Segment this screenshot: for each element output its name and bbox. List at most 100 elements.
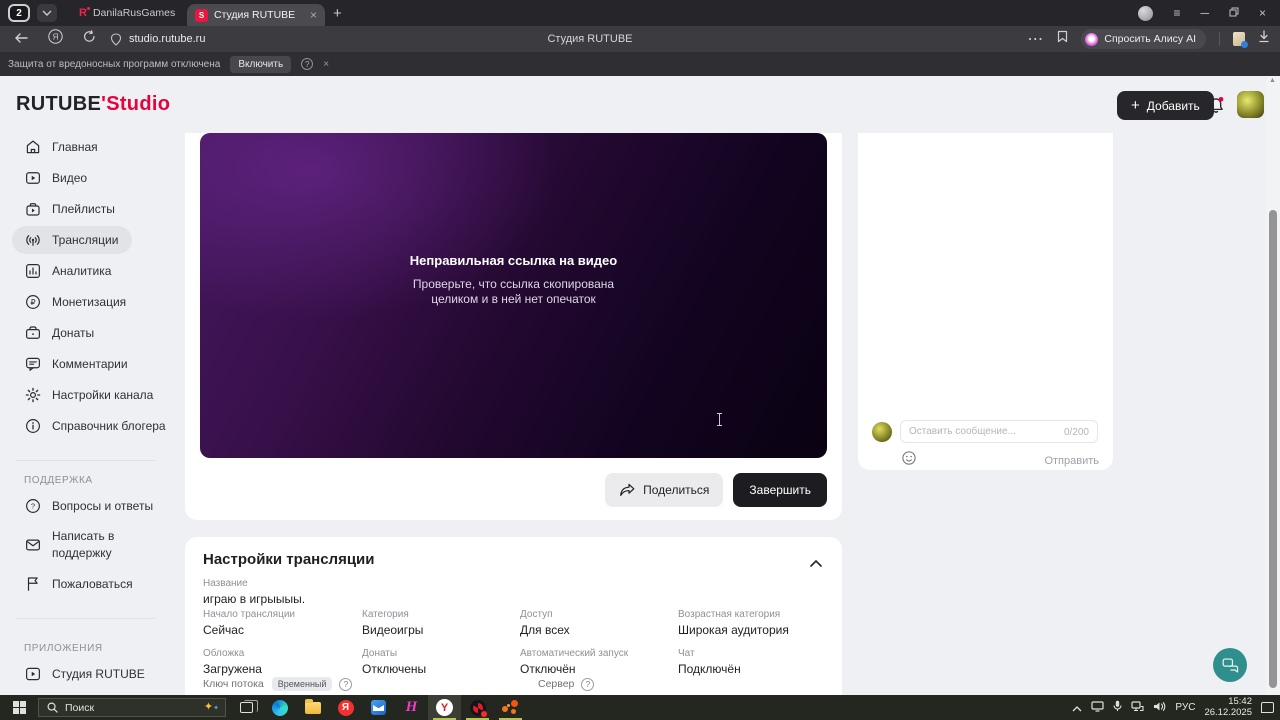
channel-avatar[interactable] — [1237, 91, 1264, 118]
sidebar-item-report[interactable]: Пожаловаться — [12, 570, 147, 598]
page-title: Студия RUTUBE — [547, 33, 633, 45]
sidebar-item-donations[interactable]: Донаты — [12, 319, 108, 347]
back-button[interactable] — [14, 30, 28, 48]
chat-bubbles-icon — [1222, 657, 1238, 673]
downloads-button[interactable] — [1258, 30, 1270, 48]
dots-app-icon — [502, 700, 519, 715]
volume-icon[interactable] — [1153, 699, 1166, 717]
alice-icon — [1085, 32, 1099, 46]
sidebar-item-analytics[interactable]: Аналитика — [12, 257, 125, 285]
bookmark-icon[interactable] — [1057, 30, 1068, 48]
action-center-icon[interactable] — [1261, 702, 1274, 713]
notifications-button[interactable] — [1207, 96, 1225, 120]
alice-label: Спросить Алису AI — [1104, 33, 1196, 45]
taskbar-yandex-browser[interactable]: Y — [428, 695, 461, 720]
taskbar-h-app[interactable]: H — [395, 695, 428, 720]
toolbar-divider — [1219, 32, 1220, 46]
stream-key-label: Ключ потока — [203, 678, 264, 690]
window-minimize-button[interactable]: ─ — [1200, 6, 1209, 20]
tray-expand-icon[interactable] — [1072, 699, 1082, 717]
enable-protection-button[interactable]: Включить — [230, 55, 292, 73]
taskbar-search[interactable]: Поиск ✦✦ — [38, 698, 226, 717]
more-actions-icon[interactable]: ⋯ — [1027, 29, 1044, 49]
tab-group-badge[interactable]: 2 — [8, 4, 30, 22]
sidebar-item-comments[interactable]: Комментарии — [12, 350, 142, 378]
sidebar-item-contact-support[interactable]: Написать в поддержку — [12, 523, 150, 567]
yandex-services-icon[interactable]: Я — [48, 29, 63, 49]
page-scrollbar[interactable]: ▲ — [1266, 76, 1280, 695]
tab-studio-rutube[interactable]: S Студия RUTUBE × — [187, 4, 325, 26]
sidebar-item-label: Аналитика — [52, 263, 112, 278]
scrollbar-thumb[interactable] — [1269, 210, 1277, 688]
send-message-button[interactable]: Отправить — [1044, 455, 1099, 467]
reload-button[interactable] — [83, 30, 96, 48]
sidebar-item-blogger-guide[interactable]: Справочник блогера — [12, 412, 180, 440]
sidebar-item-video[interactable]: Видео — [12, 164, 101, 192]
start-button[interactable] — [0, 695, 38, 720]
clock[interactable]: 15:42 26.12.2025 — [1204, 696, 1252, 718]
taskbar-file-explorer[interactable] — [296, 695, 329, 720]
tab-danilarusgames[interactable]: R DanilaRusGames2026. См — [71, 3, 183, 23]
taskbar-yandex-app[interactable]: Я — [329, 695, 362, 720]
stream-key-help-icon[interactable]: ? — [339, 677, 353, 691]
emoji-icon[interactable] — [902, 451, 916, 470]
site-badge-icon[interactable] — [110, 32, 122, 46]
stream-player[interactable]: Неправильная ссылка на видео Проверьте, … — [200, 133, 827, 458]
taskbar-obs[interactable] — [461, 695, 494, 720]
time: 15:42 — [1228, 696, 1252, 707]
window-close-button[interactable]: × — [1259, 6, 1266, 20]
ask-alice-button[interactable]: Спросить Алису AI — [1081, 29, 1206, 49]
taskbar-dots-app[interactable] — [494, 695, 527, 720]
sidebar-item-broadcasts[interactable]: Трансляции — [12, 226, 133, 254]
scroll-up-arrow[interactable]: ▲ — [1269, 77, 1276, 84]
finish-button[interactable]: Завершить — [733, 473, 827, 507]
warning-help-icon[interactable]: ? — [301, 58, 314, 70]
task-view-button[interactable] — [230, 695, 263, 720]
stream-key-badge: Временный — [271, 677, 333, 691]
server-help-icon[interactable]: ? — [581, 677, 595, 691]
search-icon — [47, 702, 58, 713]
windows-logo-icon — [12, 701, 26, 714]
microphone-icon[interactable] — [1113, 699, 1122, 717]
sidebar-item-playlists[interactable]: Плейлисты — [12, 195, 129, 223]
warning-close-icon[interactable]: × — [323, 59, 329, 70]
sidebar-divider — [16, 460, 155, 461]
share-button[interactable]: Поделиться — [605, 473, 724, 507]
window-restore-button[interactable] — [1229, 6, 1239, 20]
new-tab-button[interactable]: + — [333, 5, 342, 22]
settings-field: Чат Подключён — [678, 648, 741, 676]
studio-page: RUTUBE'Studio + Добавить Главная Видео П… — [0, 76, 1280, 695]
logo-accent: Studio — [106, 93, 171, 115]
taskbar-mail[interactable] — [362, 695, 395, 720]
settings-title: Настройки трансляции — [203, 551, 375, 568]
tab-title: DanilaRusGames2026. См — [92, 7, 175, 19]
browser-profile-avatar[interactable] — [1138, 5, 1154, 21]
add-label: Добавить — [1146, 98, 1200, 113]
chat-input[interactable] — [901, 421, 1041, 442]
chevron-down-icon[interactable] — [37, 4, 57, 22]
sidebar-item-studio-app[interactable]: Студия RUTUBE — [12, 660, 159, 688]
rutube-favicon: R — [79, 7, 90, 19]
sidebar-item-label: Студия RUTUBE — [52, 666, 145, 681]
display-icon[interactable] — [1091, 699, 1105, 717]
sidebar-item-faq[interactable]: ? Вопросы и ответы — [12, 492, 167, 520]
close-tab-icon[interactable]: × — [310, 8, 317, 22]
settings-field: Категория Видеоигры — [362, 609, 424, 637]
browser-menu-icon[interactable]: ≡ — [1173, 6, 1180, 20]
address-bar[interactable]: studio.rutube.ru — [110, 32, 205, 46]
support-chat-widget-button[interactable] — [1213, 648, 1247, 682]
taskbar-edge[interactable] — [263, 695, 296, 720]
add-button[interactable]: + Добавить — [1117, 91, 1214, 120]
share-icon — [620, 483, 635, 496]
sidebar-item-home[interactable]: Главная — [12, 133, 112, 161]
sidebar-item-monetization[interactable]: ₽ Монетизация — [12, 288, 140, 316]
extension-icon[interactable] — [1233, 32, 1248, 48]
language-indicator[interactable]: РУС — [1175, 702, 1195, 713]
chat-message-field[interactable]: 0/200 — [900, 420, 1098, 443]
playlist-icon — [26, 203, 40, 216]
chat-panel: 0/200 Отправить — [858, 133, 1113, 470]
network-icon[interactable] — [1131, 699, 1144, 717]
rutube-studio-logo[interactable]: RUTUBE'Studio — [16, 93, 170, 116]
collapse-chevron-icon[interactable] — [810, 554, 822, 572]
sidebar-item-channel-settings[interactable]: Настройки канала — [12, 381, 167, 409]
